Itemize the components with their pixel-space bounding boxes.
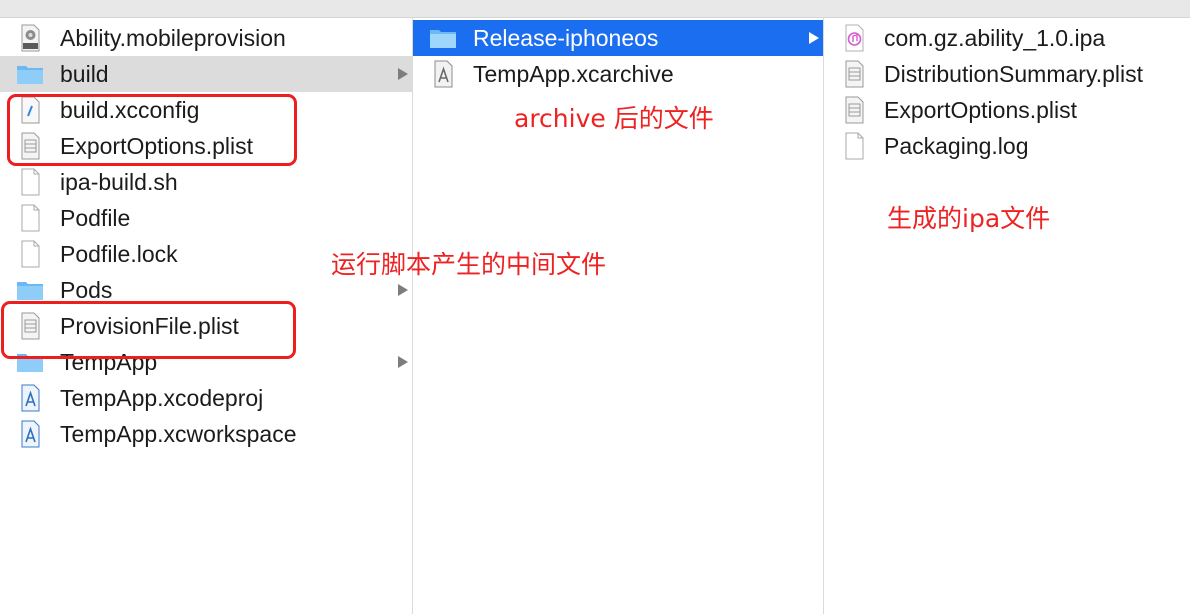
xcode-project-icon [21,384,40,412]
file-label: TempApp.xcarchive [473,61,674,87]
highlight-box-build-files [7,94,297,166]
folder-label: build [60,61,109,87]
folder-icon [17,282,43,300]
file-label: TempApp.xcodeproj [60,385,264,411]
disclosure-arrow-icon[interactable] [809,32,819,44]
xcode-workspace-icon [21,420,40,448]
provision-file-icon [21,24,40,52]
file-label: Podfile.lock [60,241,178,267]
file-label: ipa-build.sh [60,169,178,195]
folder-icon [430,30,456,48]
ipa-file-icon [845,24,864,52]
file-row-ability-mobileprovision[interactable]: Ability.mobileprovision [0,20,412,56]
disclosure-arrow-icon[interactable] [398,284,408,296]
file-label: Packaging.log [884,133,1029,159]
disclosure-arrow-icon[interactable] [398,68,408,80]
file-row-ipa-build-sh[interactable]: ipa-build.sh [0,164,412,200]
window-top-bar [0,0,1190,18]
folder-icon [17,66,43,84]
document-icon [21,168,40,196]
plist-file-icon [845,96,864,124]
file-row-tempapp-xcodeproj[interactable]: TempApp.xcodeproj [0,380,412,416]
xcarchive-icon [434,60,453,88]
annotation-archive-note: archive 后的文件 [514,104,714,133]
folder-row-release-iphoneos[interactable]: Release-iphoneos [413,20,823,56]
file-label: DistributionSummary.plist [884,61,1144,87]
file-row-ipa[interactable]: com.gz.ability_1.0.ipa [824,20,1190,56]
document-icon [21,240,40,268]
file-row-distributionsummary-plist[interactable]: DistributionSummary.plist [824,56,1190,92]
file-label: Podfile [60,205,131,231]
file-row-tempapp-xcworkspace[interactable]: TempApp.xcworkspace [0,416,412,452]
file-row-packaging-log[interactable]: Packaging.log [824,128,1190,164]
folder-label: Release-iphoneos [473,25,659,51]
column-release-iphoneos[interactable]: com.gz.ability_1.0.ipa DistributionSumma… [824,18,1190,614]
file-label: com.gz.ability_1.0.ipa [884,25,1106,51]
plist-file-icon [845,60,864,88]
document-icon [845,132,864,160]
annotation-ipa-note: 生成的ipa文件 [887,204,1051,233]
file-label: ExportOptions.plist [884,97,1078,123]
disclosure-arrow-icon[interactable] [398,356,408,368]
file-label: TempApp.xcworkspace [60,421,297,447]
document-icon [21,204,40,232]
file-row-exportoptions-plist[interactable]: ExportOptions.plist [824,92,1190,128]
file-label: Ability.mobileprovision [60,25,286,51]
folder-row-build[interactable]: build [0,56,412,92]
file-row-tempapp-xcarchive[interactable]: TempApp.xcarchive [413,56,823,92]
annotation-script-note: 运行脚本产生的中间文件 [331,250,607,279]
highlight-box-provisionfile [1,301,296,359]
file-row-podfile[interactable]: Podfile [0,200,412,236]
